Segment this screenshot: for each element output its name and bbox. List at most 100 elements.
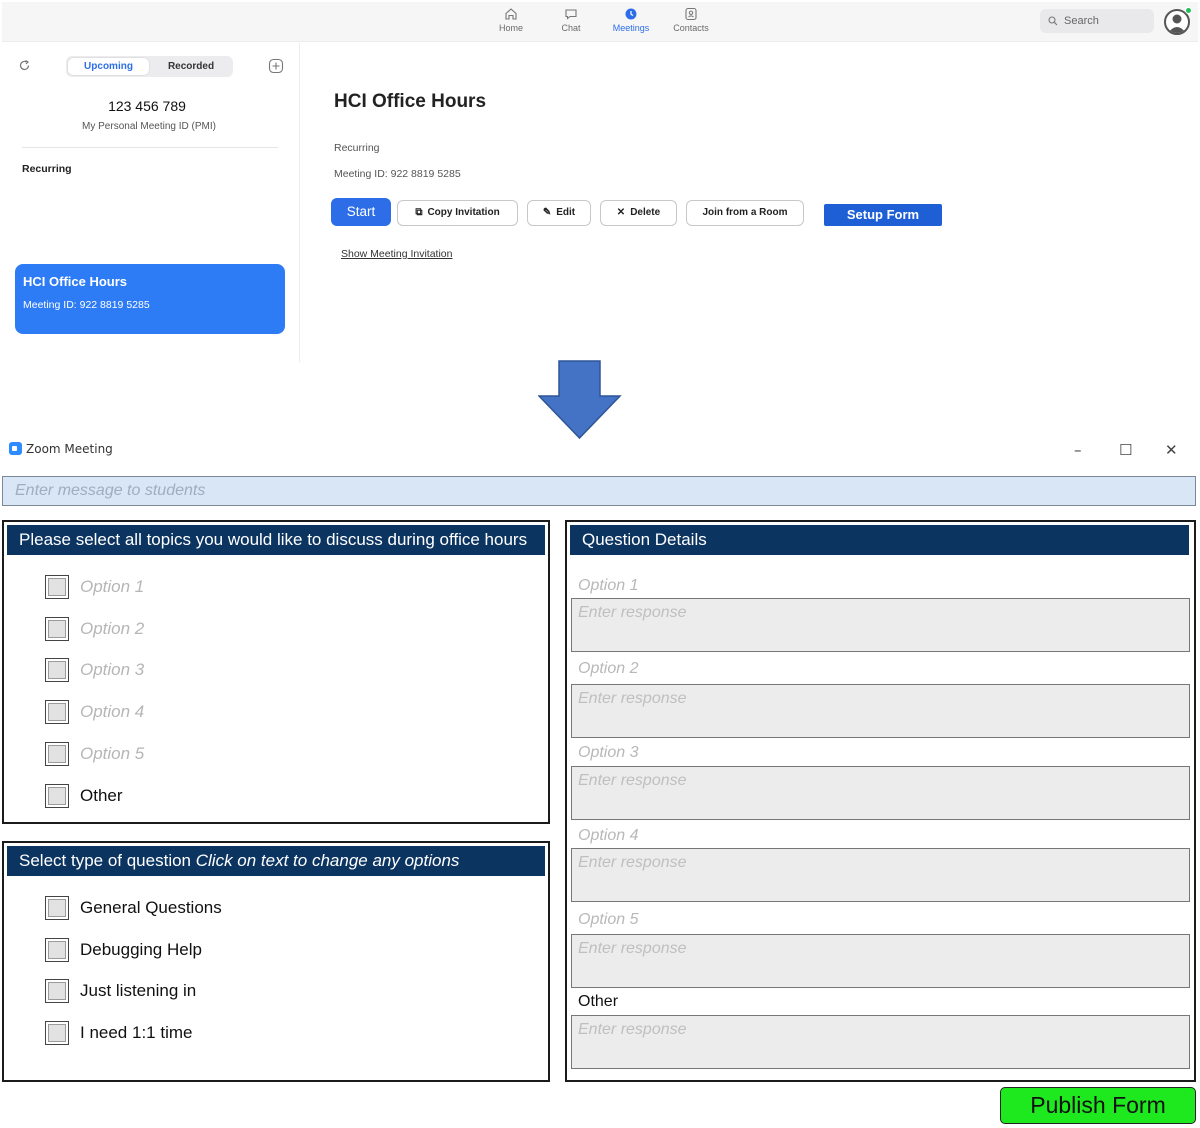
response-input[interactable]: [572, 849, 1189, 901]
search-placeholder: Search: [1064, 15, 1099, 27]
meeting-card-hci-office-hours[interactable]: HCI Office Hours Meeting ID: 922 8819 52…: [15, 264, 285, 334]
checkbox[interactable]: [45, 742, 69, 766]
recurring-section-heading: Recurring: [22, 163, 72, 175]
message-to-students-bar: [2, 476, 1196, 506]
pmi-number[interactable]: 123 456 789: [0, 98, 294, 114]
nav-home-label: Home: [498, 23, 523, 33]
topic-option-label[interactable]: Option 3: [80, 658, 144, 682]
down-arrow-icon: [538, 360, 622, 440]
detail-option-label: Option 4: [578, 827, 639, 844]
meeting-card-title: HCI Office Hours: [23, 274, 128, 289]
nav-home[interactable]: Home: [483, 4, 539, 40]
user-avatar-icon: [1168, 14, 1186, 33]
response-input[interactable]: [572, 935, 1189, 987]
response-field[interactable]: [571, 934, 1190, 988]
minimize-button[interactable]: –: [1074, 441, 1082, 459]
delete-label: Delete: [630, 207, 661, 218]
x-icon: ✕: [616, 207, 626, 218]
checkbox[interactable]: [45, 896, 69, 920]
response-field[interactable]: [571, 766, 1190, 820]
home-icon: [505, 8, 517, 20]
sidebar-divider: [22, 147, 278, 148]
nav-chat[interactable]: Chat: [543, 4, 599, 40]
response-field[interactable]: [571, 1015, 1190, 1069]
window-title: Zoom Meeting: [9, 442, 113, 456]
response-input[interactable]: [572, 685, 1189, 737]
nav-contacts[interactable]: Contacts: [663, 4, 719, 40]
question-type-label[interactable]: Just listening in: [80, 979, 196, 1003]
response-field[interactable]: [571, 848, 1190, 902]
pencil-icon: ✎: [542, 207, 552, 218]
add-meeting-icon[interactable]: [268, 58, 284, 74]
topic-option-label[interactable]: Other: [80, 784, 123, 808]
checkbox[interactable]: [45, 1021, 69, 1045]
checkbox[interactable]: [45, 700, 69, 724]
checkbox[interactable]: [45, 575, 69, 599]
detail-option-label: Other: [578, 993, 619, 1010]
meeting-recurring-label: Recurring: [334, 142, 380, 154]
question-type-heading: Select type of question Click on text to…: [7, 846, 545, 876]
online-status-dot: [1185, 7, 1192, 14]
response-field[interactable]: [571, 684, 1190, 738]
response-field[interactable]: [571, 598, 1190, 652]
meetings-sidebar: Upcoming Recorded 123 456 789 My Persona…: [0, 43, 300, 362]
nav-chat-label: Chat: [561, 23, 581, 33]
question-type-label[interactable]: General Questions: [80, 896, 222, 920]
checkbox[interactable]: [45, 658, 69, 682]
question-type-label[interactable]: I need 1:1 time: [80, 1021, 192, 1045]
start-button[interactable]: Start: [331, 198, 391, 226]
edit-button[interactable]: ✎ Edit: [527, 200, 591, 226]
join-from-room-button[interactable]: Join from a Room: [686, 200, 804, 226]
meetings-segmented-control: Upcoming Recorded: [66, 56, 233, 77]
refresh-icon[interactable]: [18, 59, 31, 72]
top-navigation-bar: Home Chat Meetings Contacts Search: [2, 2, 1198, 42]
topics-heading: Please select all topics you would like …: [7, 525, 545, 555]
publish-form-button[interactable]: Publish Form: [1000, 1087, 1196, 1124]
question-type-hint: Click on text to change any options: [195, 851, 460, 870]
maximize-button[interactable]: ☐: [1119, 441, 1132, 459]
zoom-app-window: Home Chat Meetings Contacts Search Upcom…: [0, 0, 1200, 362]
search-input[interactable]: Search: [1040, 9, 1154, 33]
meetings-icon: [625, 8, 637, 20]
detail-option-label: Option 2: [578, 660, 639, 677]
detail-option-label: Option 5: [578, 911, 639, 928]
delete-button[interactable]: ✕ Delete: [600, 200, 677, 226]
response-input[interactable]: [572, 767, 1189, 819]
topic-option-label[interactable]: Option 4: [80, 700, 144, 724]
topic-option-label[interactable]: Option 2: [80, 617, 144, 641]
question-details-panel: Question Details Option 1 Option 2 Optio…: [565, 520, 1196, 1082]
pmi-label: My Personal Meeting ID (PMI): [82, 121, 216, 132]
chat-icon: [565, 9, 577, 20]
contacts-icon: [685, 7, 697, 21]
window-title-text: Zoom Meeting: [26, 442, 113, 456]
copy-icon: ⧉: [415, 207, 423, 218]
meeting-card-id: Meeting ID: 922 8819 5285: [23, 299, 150, 311]
checkbox[interactable]: [45, 617, 69, 641]
detail-option-label: Option 1: [578, 577, 639, 594]
nav-meetings-label: Meetings: [612, 23, 650, 33]
response-input[interactable]: [572, 1016, 1189, 1068]
response-input[interactable]: [572, 599, 1189, 651]
setup-form-button[interactable]: Setup Form: [824, 204, 942, 226]
message-input[interactable]: [15, 477, 1195, 505]
topic-option-label[interactable]: Option 5: [80, 742, 144, 766]
question-type-heading-text: Select type of question: [19, 851, 192, 870]
nav-meetings[interactable]: Meetings: [603, 4, 659, 40]
checkbox[interactable]: [45, 979, 69, 1003]
detail-option-label: Option 3: [578, 744, 639, 761]
question-details-heading: Question Details: [570, 525, 1189, 555]
question-type-label[interactable]: Debugging Help: [80, 938, 202, 962]
tab-recorded[interactable]: Recorded: [151, 58, 231, 75]
tab-upcoming[interactable]: Upcoming: [68, 58, 149, 75]
checkbox[interactable]: [45, 938, 69, 962]
close-button[interactable]: ✕: [1165, 441, 1178, 459]
copy-invitation-button[interactable]: ⧉ Copy Invitation: [397, 200, 518, 226]
nav-contacts-label: Contacts: [673, 23, 709, 33]
checkbox[interactable]: [45, 784, 69, 808]
meeting-title: HCI Office Hours: [334, 91, 487, 112]
show-meeting-invitation-link[interactable]: Show Meeting Invitation: [341, 248, 452, 260]
meeting-id-label: Meeting ID: 922 8819 5285: [334, 168, 461, 180]
copy-invitation-label: Copy Invitation: [427, 207, 500, 218]
topics-panel: Please select all topics you would like …: [2, 520, 550, 824]
topic-option-label[interactable]: Option 1: [80, 575, 144, 599]
